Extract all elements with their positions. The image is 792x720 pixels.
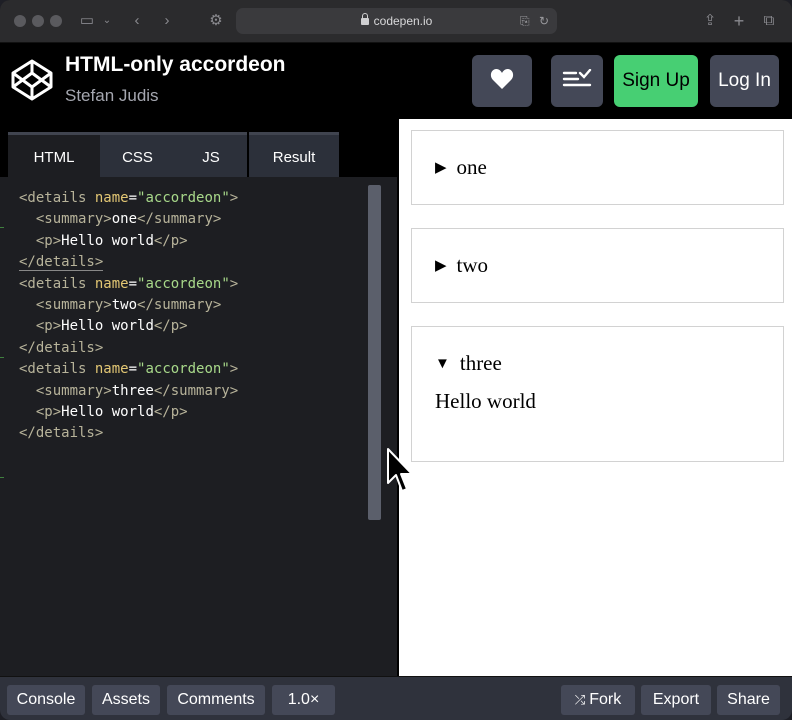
zoom-button[interactable]: 1.0× — [272, 685, 335, 715]
gutter-mark — [0, 227, 4, 228]
disclosure-triangle-icon: ▼ — [435, 356, 450, 372]
browser-window: ▭ ⌄ ‹ › ⚙ codepen.io ⎘ ↻ ⇪ + ⧉ HTML-only… — [0, 0, 792, 720]
fork-icon: ⤮ — [574, 692, 586, 707]
translate-icon[interactable]: ⎘ — [520, 8, 530, 34]
comments-button[interactable]: Comments — [167, 685, 265, 715]
sidebar-icon[interactable]: ▭ — [76, 9, 98, 33]
disclosure-triangle-icon: ▶ — [435, 160, 447, 176]
editor-scrollbar[interactable] — [368, 185, 381, 520]
code-line: <details name="accordeon"> — [19, 275, 239, 292]
browser-toolbar: ▭ ⌄ ‹ › ⚙ codepen.io ⎘ ↻ ⇪ + ⧉ — [0, 0, 792, 43]
details-one[interactable]: ▶ one — [411, 130, 784, 205]
code-line: <p>Hello world</p> — [35, 404, 188, 421]
details-three[interactable]: ▼ three Hello world — [411, 326, 784, 462]
code-line: <details name="accordeon"> — [19, 190, 239, 206]
summary-two[interactable]: ▶ two — [435, 253, 488, 278]
address-bar[interactable]: codepen.io ⎘ ↻ — [236, 8, 557, 34]
sign-up-button[interactable]: Sign Up — [614, 55, 698, 107]
summary-three[interactable]: ▼ three — [435, 351, 502, 376]
details-two[interactable]: ▶ two — [411, 228, 784, 303]
log-in-button[interactable]: Log In — [710, 55, 779, 107]
share-button[interactable]: Share — [717, 685, 780, 715]
pen-author[interactable]: Stefan Judis — [65, 86, 159, 106]
code-line: <summary>three</summary> — [35, 382, 239, 399]
fork-button[interactable]: ⤮ Fork — [561, 685, 635, 715]
editor-tabs: HTML CSS JS Result — [0, 119, 397, 177]
pen-title: HTML-only accordeon — [65, 53, 286, 76]
url-text: codepen.io — [373, 14, 433, 28]
code-line: <summary>two</summary> — [35, 297, 222, 314]
tab-js[interactable]: JS — [175, 132, 247, 177]
new-tab-icon[interactable]: + — [729, 9, 749, 33]
export-button[interactable]: Export — [641, 685, 711, 715]
close-window-button[interactable] — [14, 15, 26, 27]
lock-icon — [360, 13, 369, 25]
tab-css[interactable]: CSS — [100, 132, 175, 177]
code-line: <summary>one</summary> — [35, 211, 222, 228]
reload-icon[interactable]: ↻ — [539, 8, 549, 34]
heart-icon — [490, 69, 514, 89]
mouse-cursor-icon — [387, 448, 413, 492]
console-button[interactable]: Console — [7, 685, 85, 715]
disclosure-triangle-icon: ▶ — [435, 258, 447, 274]
like-button[interactable] — [472, 55, 532, 107]
code-line: <details name="accordeon"> — [19, 361, 239, 378]
minimize-window-button[interactable] — [32, 15, 44, 27]
code-text[interactable]: <details name="accordeon"> <summary>one<… — [19, 188, 238, 445]
pen-footer: Console Assets Comments 1.0× ⤮ Fork Expor… — [0, 676, 792, 720]
layout-button[interactable] — [551, 55, 603, 107]
summary-one[interactable]: ▶ one — [435, 155, 487, 180]
settings-icon[interactable]: ⚙ — [206, 9, 226, 33]
code-line: </details> — [19, 425, 104, 442]
assets-button[interactable]: Assets — [92, 685, 160, 715]
back-icon[interactable]: ‹ — [128, 9, 146, 33]
gutter-mark — [0, 477, 4, 478]
pen-header: HTML-only accordeon Stefan Judis Sign Up… — [0, 43, 792, 119]
tab-result[interactable]: Result — [249, 132, 339, 177]
chevron-down-icon[interactable]: ⌄ — [100, 9, 114, 33]
tab-html[interactable]: HTML — [8, 132, 100, 177]
code-line: </details> — [19, 339, 104, 356]
editor-pane: HTML CSS JS Result <details name="accord… — [0, 119, 397, 676]
code-line: <p>Hello world</p> — [35, 318, 188, 335]
codepen-logo-icon[interactable] — [10, 58, 54, 102]
details-content: Hello world — [435, 389, 536, 413]
gutter-mark — [0, 357, 4, 358]
code-line: <p>Hello world</p> — [35, 232, 188, 249]
forward-icon[interactable]: › — [158, 9, 176, 33]
code-editor[interactable]: <details name="accordeon"> <summary>one<… — [0, 177, 397, 676]
share-icon[interactable]: ⇪ — [700, 9, 720, 33]
tab-overview-icon[interactable]: ⧉ — [759, 9, 779, 33]
code-line: </details> — [19, 254, 104, 272]
zoom-window-button[interactable] — [50, 15, 62, 27]
result-pane: ▶ one ▶ two ▼ three Hello world — [397, 119, 792, 676]
layout-menu-icon — [562, 68, 592, 87]
